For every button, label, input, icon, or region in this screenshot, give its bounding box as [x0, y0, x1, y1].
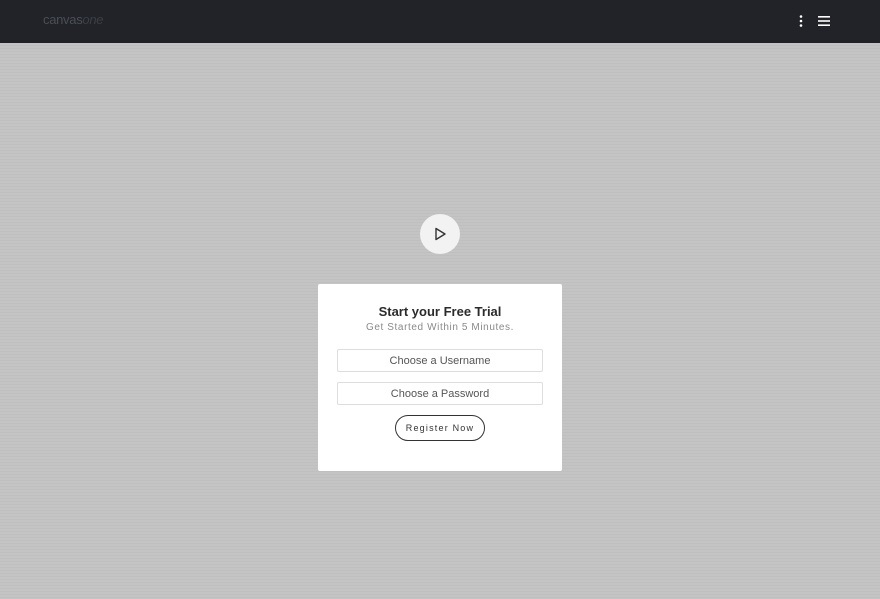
menu-button[interactable]: [814, 11, 834, 31]
signup-title: Start your Free Trial: [378, 304, 502, 319]
play-icon: [435, 227, 446, 241]
password-input[interactable]: [337, 382, 543, 405]
register-button[interactable]: Register Now: [395, 415, 485, 441]
logo-accent-text: one: [82, 12, 104, 27]
logo[interactable]: canvasone: [43, 12, 103, 27]
top-navbar: canvasone: [0, 0, 880, 43]
kebab-icon: [799, 15, 803, 27]
hamburger-icon: [818, 16, 830, 26]
username-input[interactable]: [337, 349, 543, 372]
signup-card: Start your Free Trial Get Started Within…: [318, 284, 562, 471]
logo-main-text: canvas: [43, 12, 83, 27]
signup-subtitle: Get Started Within 5 Minutes.: [365, 322, 514, 333]
more-options-button[interactable]: [791, 11, 811, 31]
play-video-button[interactable]: [420, 214, 460, 254]
